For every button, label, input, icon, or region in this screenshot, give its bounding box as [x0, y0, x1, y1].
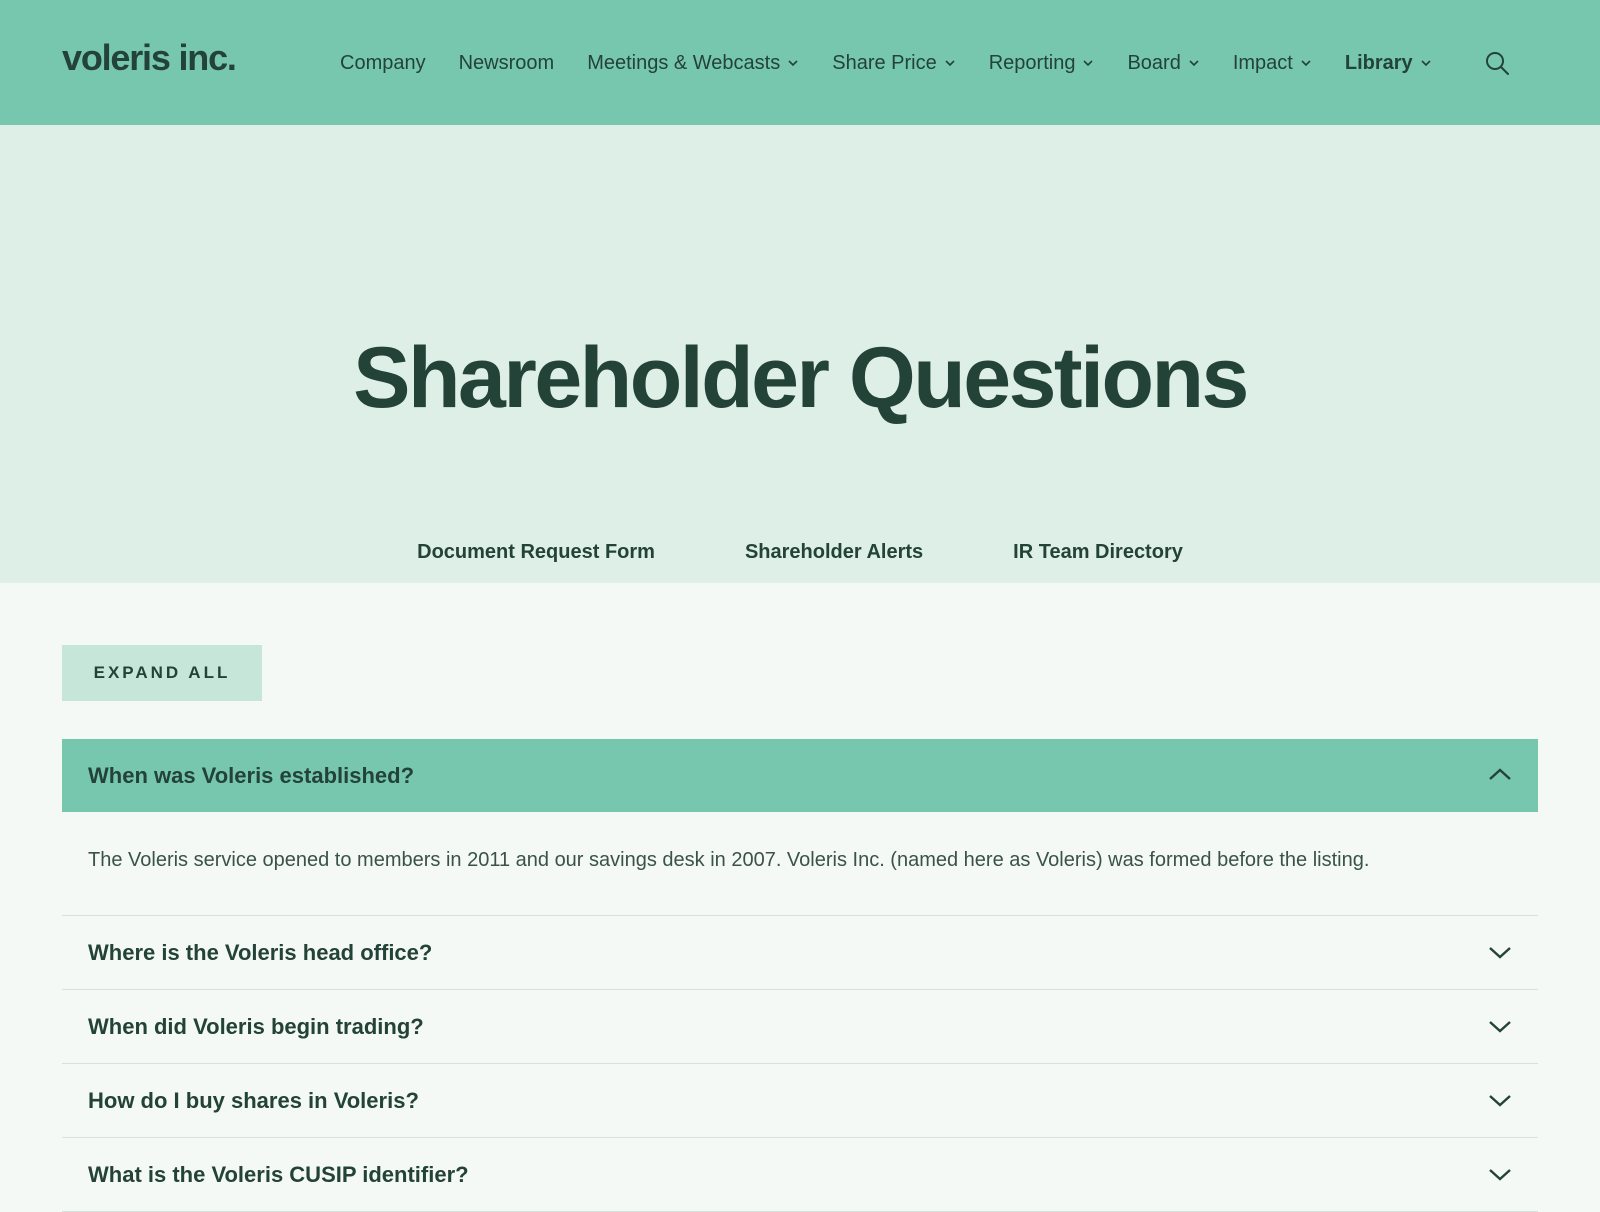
faq-question-header[interactable]: How do I buy shares in Voleris? [62, 1064, 1538, 1137]
faq-question: When was Voleris established? [88, 762, 415, 788]
chevron-down-icon [1189, 60, 1199, 67]
nav-item-impact[interactable]: Impact [1233, 50, 1312, 76]
chevron-up-icon [1489, 768, 1511, 780]
nav-item-board[interactable]: Board [1127, 50, 1199, 76]
faq-question-header[interactable]: When was Voleris established? [62, 739, 1538, 812]
chevron-down-icon [1083, 60, 1094, 67]
page-title: Shareholder Questions [353, 329, 1249, 426]
chevron-down-icon [1489, 1021, 1511, 1033]
nav-item-share-price[interactable]: Share Price [832, 50, 956, 76]
nav-item-label: Meetings & Webcasts [587, 52, 781, 74]
faq-item: How do I buy shares in Voleris? [62, 1064, 1538, 1138]
nav-item-label: Company [340, 52, 426, 74]
faq-question: Where is the Voleris head office? [88, 939, 433, 965]
chevron-down-icon [1301, 60, 1311, 67]
nav-item-label: Reporting [988, 52, 1076, 74]
chevron-down-icon [1421, 60, 1431, 67]
chevron-down-icon [1489, 1169, 1511, 1181]
nav-item-label: Share Price [832, 52, 937, 74]
nav-item-label: Impact [1232, 52, 1293, 74]
nav-item-library[interactable]: Library [1345, 50, 1432, 76]
nav-item-label: Board [1127, 52, 1181, 74]
nav-item-reporting[interactable]: Reporting [989, 50, 1095, 76]
faq-answer: The Voleris service opened to members in… [88, 849, 1370, 871]
expand-all-button[interactable]: EXPAND ALL [62, 645, 262, 701]
chevron-down-icon [945, 60, 955, 67]
faq-item: When did Voleris begin trading? [62, 990, 1538, 1064]
chevron-down-icon [788, 60, 798, 67]
ir-team-directory-link[interactable]: IR Team Directory [1013, 539, 1183, 565]
faq-question-header[interactable]: Where is the Voleris head office? [62, 916, 1538, 989]
faq-question: What is the Voleris CUSIP identifier? [88, 1161, 469, 1187]
hero-subnav: Document Request Form Shareholder Alerts… [0, 539, 1600, 565]
main-nav: Company Newsroom Meetings & Webcasts Sha… [340, 50, 1465, 76]
faq-item: What is the Voleris CUSIP identifier? [62, 1138, 1538, 1212]
site-logo[interactable]: voleris inc. [62, 40, 237, 76]
faq-item: When was Voleris established? The Voleri… [62, 739, 1538, 916]
nav-item-newsroom[interactable]: Newsroom [459, 50, 555, 76]
nav-item-label: Newsroom [458, 52, 555, 74]
faq-accordion: When was Voleris established? The Voleri… [62, 739, 1538, 1212]
chevron-down-icon [1489, 1095, 1511, 1107]
search-icon[interactable] [1484, 50, 1510, 76]
document-request-form-link[interactable]: Document Request Form [417, 539, 655, 565]
nav-item-meetings-webcasts[interactable]: Meetings & Webcasts [587, 50, 799, 76]
faq-question: How do I buy shares in Voleris? [88, 1087, 419, 1113]
chevron-down-icon [1489, 947, 1511, 959]
nav-item-company[interactable]: Company [340, 50, 426, 76]
site-header: voleris inc. Company Newsroom Meetings &… [0, 0, 1600, 125]
faq-question: When did Voleris begin trading? [88, 1013, 424, 1039]
shareholder-alerts-link[interactable]: Shareholder Alerts [745, 539, 923, 565]
faq-question-header[interactable]: What is the Voleris CUSIP identifier? [62, 1138, 1538, 1211]
faq-item: Where is the Voleris head office? [62, 916, 1538, 990]
faq-question-header[interactable]: When did Voleris begin trading? [62, 990, 1538, 1063]
nav-item-label: Library [1344, 52, 1413, 74]
hero-section: Shareholder Questions Document Request F… [0, 125, 1600, 583]
